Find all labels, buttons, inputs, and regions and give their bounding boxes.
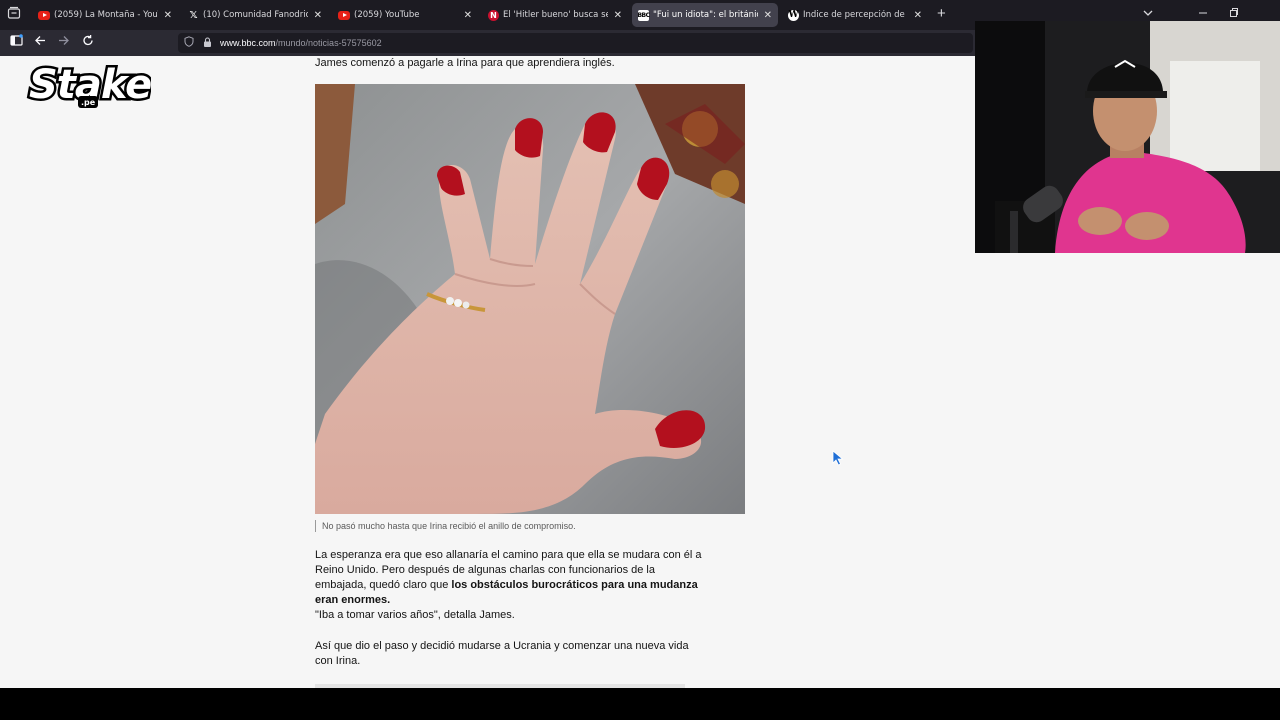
article-photo-hand-ring <box>315 84 745 514</box>
tab-6[interactable]: W Índice de percepción de corrup ✕ <box>782 3 928 27</box>
tab-2[interactable]: 𝕏 (10) Comunidad Fanodric Army ✕ <box>182 3 328 27</box>
tab-3[interactable]: (2059) YouTube ✕ <box>332 3 478 27</box>
image-caption: No pasó mucho hasta que Irina recibió el… <box>315 520 576 532</box>
tab-5-active[interactable]: BBC "Fui un idiota": el británico que ✕ <box>632 3 778 27</box>
tab-4[interactable]: N El 'Hitler bueno' busca ser alcald ✕ <box>482 3 628 27</box>
address-bar[interactable]: www.bbc.com/mundo/noticias-57575602 <box>178 33 973 53</box>
close-tab-icon[interactable]: ✕ <box>764 10 772 21</box>
tab-overview-icon[interactable] <box>7 6 21 25</box>
paragraph-quote: "Iba a tomar varios años", detalla James… <box>315 609 515 621</box>
svg-text:.pe: .pe <box>81 98 96 107</box>
paragraph-move: Así que dio el paso y decidió mudarse a … <box>315 640 689 667</box>
hand-with-ring-image <box>315 84 745 514</box>
x-icon: 𝕏 <box>189 9 198 21</box>
forward-button[interactable] <box>58 34 70 52</box>
tab-title: Índice de percepción de corrup <box>803 10 908 20</box>
mouse-cursor-icon <box>832 450 844 466</box>
paragraph-hope: La esperanza era que eso allanaría el ca… <box>315 548 707 608</box>
back-button[interactable] <box>34 34 46 52</box>
intro-paragraph: James comenzó a pagarle a Irina para que… <box>315 57 615 69</box>
tab-title: (10) Comunidad Fanodric Army <box>203 10 308 20</box>
youtube-icon <box>38 10 50 20</box>
screen: (2059) La Montaña - YouTube ✕ 𝕏 (10) Com… <box>0 0 1280 720</box>
url-path: /mundo/noticias-57575602 <box>275 38 382 48</box>
url-text: www.bbc.com/mundo/noticias-57575602 <box>220 38 382 48</box>
wikipedia-icon: W <box>788 9 799 21</box>
close-tab-icon[interactable]: ✕ <box>914 10 922 21</box>
tab-title: (2059) La Montaña - YouTube <box>54 10 158 20</box>
tab-1[interactable]: (2059) La Montaña - YouTube ✕ <box>32 3 178 27</box>
bbc-icon: BBC <box>637 9 650 21</box>
tracking-protection-icon[interactable] <box>184 36 194 50</box>
tab-title: (2059) YouTube <box>354 10 420 20</box>
close-tab-icon[interactable]: ✕ <box>614 10 622 21</box>
stake-watermark-logo: Stake .pe <box>26 52 155 118</box>
close-tab-icon[interactable]: ✕ <box>314 10 322 21</box>
reload-button[interactable] <box>82 34 94 52</box>
news-icon: N <box>488 9 499 21</box>
tab-title: El 'Hitler bueno' busca ser alcald <box>503 10 608 20</box>
close-tab-icon[interactable]: ✕ <box>464 10 472 21</box>
url-host: www.bbc.com <box>220 38 276 48</box>
tab-title: "Fui un idiota": el británico que <box>653 10 758 20</box>
webcam-overlay-video <box>975 21 1280 253</box>
youtube-icon <box>338 10 350 20</box>
streamer-webcam-image <box>975 21 1280 253</box>
close-tab-icon[interactable]: ✕ <box>164 10 172 21</box>
stake-logo-image: Stake .pe <box>27 60 155 111</box>
lock-icon[interactable] <box>203 36 212 50</box>
sidebar-toggle-icon[interactable] <box>10 34 23 52</box>
new-tab-button[interactable]: + <box>937 5 946 23</box>
bottom-letterbox <box>0 688 1280 720</box>
